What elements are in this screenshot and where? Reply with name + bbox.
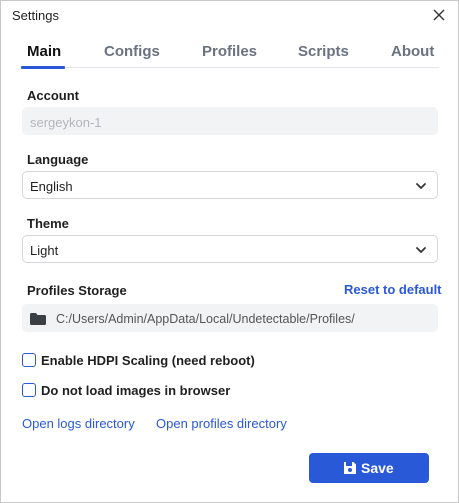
title-bar: Settings (1, 1, 458, 30)
folder-icon (30, 313, 46, 325)
hdpi-scaling-label: Enable HDPI Scaling (need reboot) (41, 353, 255, 368)
profiles-storage-label: Profiles Storage (27, 283, 127, 298)
tab-about[interactable]: About (391, 43, 434, 60)
settings-window: Settings Main Configs Profiles Scripts A… (0, 0, 459, 503)
tab-bar: Main Configs Profiles Scripts About (21, 41, 439, 69)
close-button[interactable] (428, 4, 450, 26)
hdpi-scaling-checkbox[interactable] (22, 353, 36, 367)
close-icon (433, 9, 445, 21)
active-tab-indicator (21, 66, 65, 69)
no-images-label: Do not load images in browser (41, 383, 231, 398)
reset-to-default-link[interactable]: Reset to default (344, 282, 442, 297)
window-title: Settings (12, 8, 59, 23)
profiles-storage-path: C:/Users/Admin/AppData/Local/Undetectabl… (56, 312, 355, 326)
chevron-down-icon (416, 247, 426, 253)
tab-profiles[interactable]: Profiles (202, 43, 257, 60)
language-label: Language (27, 152, 89, 167)
language-value: English (30, 179, 73, 194)
account-value: sergeykon-1 (30, 115, 102, 130)
profiles-storage-path-field[interactable]: C:/Users/Admin/AppData/Local/Undetectabl… (22, 304, 438, 332)
open-logs-directory-link[interactable]: Open logs directory (22, 416, 135, 431)
account-label: Account (27, 88, 79, 103)
tab-scripts[interactable]: Scripts (298, 43, 349, 60)
language-select[interactable]: English (22, 171, 438, 199)
account-field: sergeykon-1 (22, 107, 438, 135)
save-label: Save (361, 460, 394, 476)
tab-configs[interactable]: Configs (104, 43, 160, 60)
tab-main[interactable]: Main (27, 43, 61, 60)
open-profiles-directory-link[interactable]: Open profiles directory (156, 416, 287, 431)
save-button[interactable]: Save (309, 453, 429, 483)
theme-select[interactable]: Light (22, 235, 438, 263)
theme-label: Theme (27, 216, 69, 231)
no-images-checkbox[interactable] (22, 383, 36, 397)
theme-value: Light (30, 243, 59, 258)
floppy-disk-icon (344, 462, 356, 474)
chevron-down-icon (416, 183, 426, 189)
